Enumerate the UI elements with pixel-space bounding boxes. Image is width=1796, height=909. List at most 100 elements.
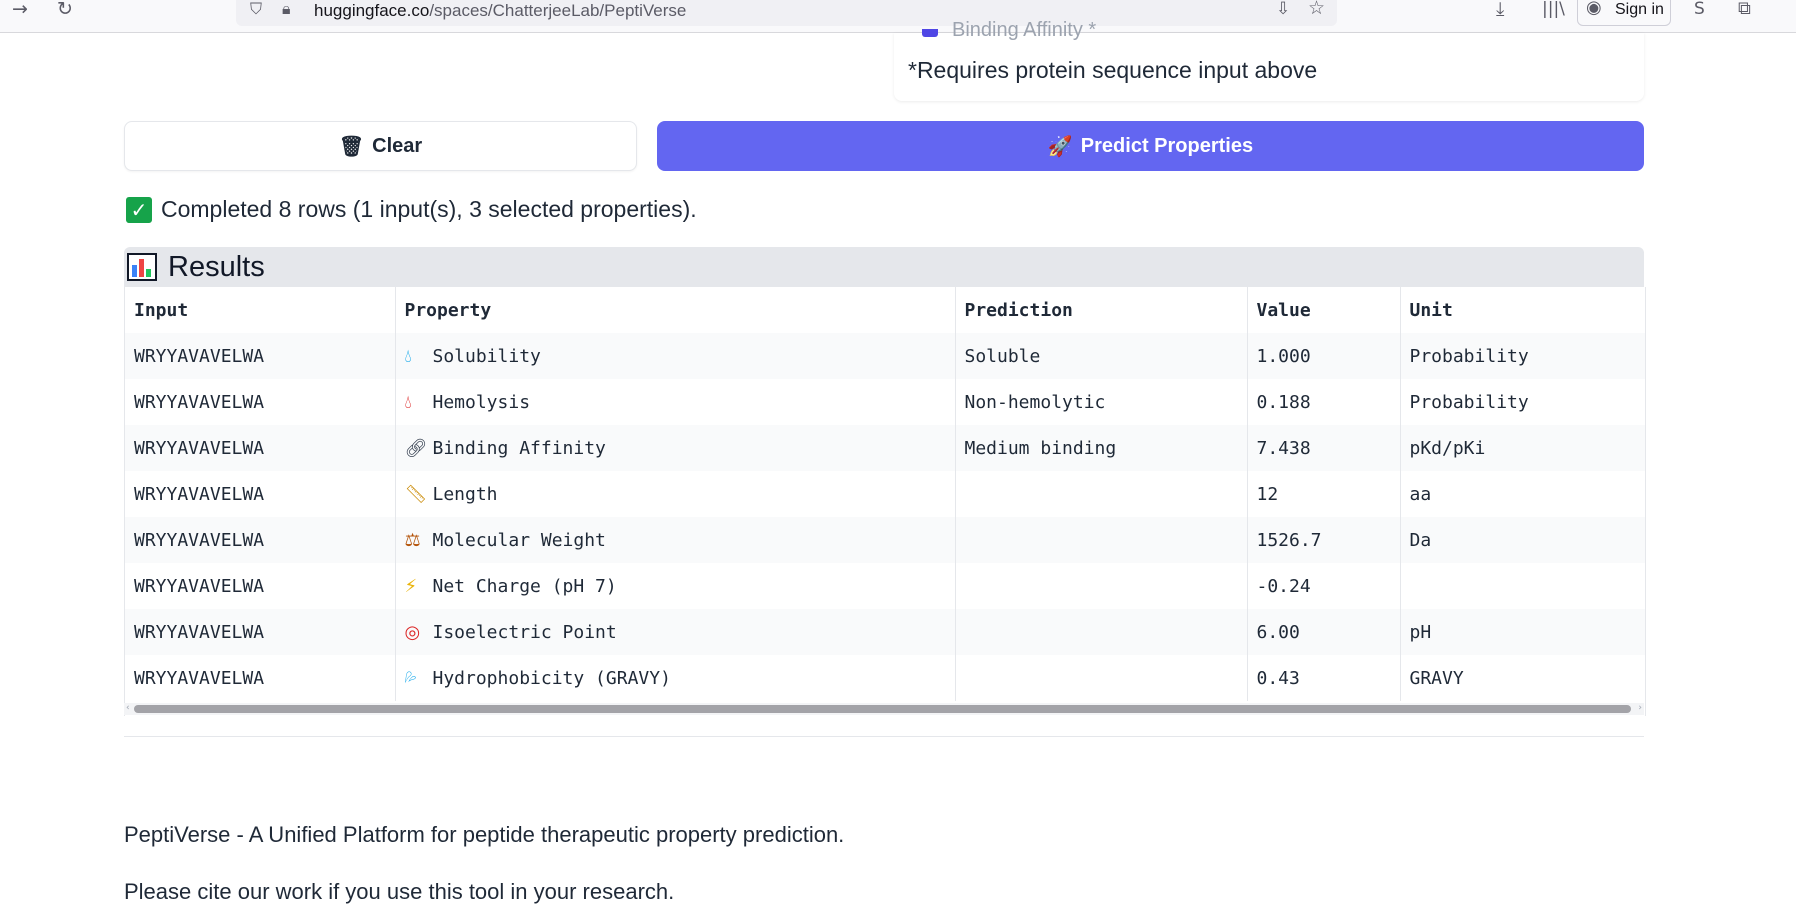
cell-property: ⚖ Molecular Weight	[395, 517, 956, 563]
cell-value: 7.438	[1247, 425, 1401, 471]
cell-unit: Da	[1409, 529, 1432, 551]
sync-icon[interactable]: S	[1694, 0, 1705, 18]
browser-toolbar: → ↻ ⛉ 🔒︎ huggingface.co/spaces/Chatterje…	[0, 0, 1796, 33]
property-label: Net Charge (pH 7)	[432, 575, 617, 597]
droplets-icon: 💦︎	[404, 667, 417, 689]
divider	[124, 736, 1644, 737]
footer-citation-note: Please cite our work if you use this too…	[124, 879, 675, 904]
binding-affinity-option-label: Binding Affinity *	[952, 19, 1097, 41]
scroll-left-icon[interactable]: ‹	[126, 703, 130, 713]
cell-unit: Probability	[1409, 391, 1529, 413]
cell-input: WRYYAVAVELWA	[125, 655, 396, 701]
property-label: Isoelectric Point	[432, 621, 617, 643]
clear-button[interactable]: 🗑 Clear	[124, 121, 637, 171]
column-header-prediction[interactable]: Prediction	[955, 287, 1248, 333]
column-header-property[interactable]: Property	[395, 287, 956, 333]
url-text[interactable]: huggingface.co/spaces/ChatterjeeLab/Pept…	[314, 1, 686, 21]
blood-drop-icon: 💧︎	[404, 391, 412, 413]
scroll-thumb[interactable]	[134, 705, 1631, 713]
property-label: Hemolysis	[432, 391, 531, 413]
trash-icon: 🗑	[338, 134, 365, 158]
cell-prediction: Soluble	[955, 333, 1248, 379]
cell-value: 1.000	[1247, 333, 1401, 379]
bookmark-star-icon[interactable]: ☆	[1308, 0, 1325, 18]
table-body: WRYYAVAVELWA 💧︎ Solubility Soluble 1.000 Prob…	[125, 333, 1645, 701]
extensions-icon[interactable]: ⧉	[1738, 0, 1751, 18]
cell-input: WRYYAVAVELWA	[125, 563, 396, 609]
cell-unit: aa	[1409, 483, 1432, 505]
cell-input: WRYYAVAVELWA	[125, 379, 396, 425]
cell-prediction	[955, 655, 1248, 701]
clear-button-label: Clear	[372, 134, 423, 157]
table-row: WRYYAVAVELWA ◎ Isoelectric Point 6.00 pH	[125, 609, 1645, 655]
column-header-unit[interactable]: Unit	[1400, 287, 1645, 333]
cell-property: 🔗︎ Binding Affinity	[395, 425, 956, 471]
account-icon: ◉	[1586, 0, 1602, 18]
table-row: WRYYAVAVELWA 💧︎ Solubility Soluble 1.000 Prob…	[125, 333, 1645, 379]
cell-prediction	[955, 517, 1248, 563]
binding-affinity-checkbox[interactable]	[922, 29, 938, 37]
cell-property: 💧︎ Solubility	[395, 333, 956, 379]
sign-in-label: Sign in	[1615, 1, 1664, 18]
cell-unit: Probability	[1409, 345, 1529, 367]
bar-chart-icon	[127, 253, 157, 281]
column-header-value[interactable]: Value	[1247, 287, 1401, 333]
results-table-container[interactable]: Input Property Prediction Value Unit WRYYAVA…	[124, 287, 1646, 716]
cell-input: WRYYAVAVELWA	[125, 425, 396, 471]
install-app-icon[interactable]: ⇩	[1276, 0, 1290, 18]
downloads-icon[interactable]: ⤓	[1496, 0, 1504, 19]
table-row: WRYYAVAVELWA 💧︎ Hemolysis Non-hemolytic 0.18…	[125, 379, 1645, 425]
cell-prediction: Medium binding	[955, 425, 1248, 471]
footer-description: PeptiVerse - A Unified Platform for pept…	[124, 822, 845, 847]
lightning-icon: ⚡	[404, 575, 418, 597]
predict-button-label: Predict Properties	[1080, 134, 1254, 157]
cell-input: WRYYAVAVELWA	[125, 609, 396, 655]
requires-note: *Requires protein sequence input above	[908, 57, 1318, 83]
cell-property: 📏︎ Length	[395, 471, 956, 517]
rocket-icon: 🚀	[1047, 134, 1073, 158]
results-title: Results	[168, 251, 265, 283]
table-row: WRYYAVAVELWA 📏︎ Length 12 aa	[125, 471, 1645, 517]
scroll-right-icon[interactable]: ›	[1638, 703, 1642, 713]
cell-property: 💧︎ Hemolysis	[395, 379, 956, 425]
property-label: Molecular Weight	[432, 529, 606, 551]
scales-icon: ⚖	[404, 529, 421, 551]
ruler-icon: 📏︎	[404, 483, 428, 505]
lock-icon[interactable]: 🔒︎	[282, 0, 291, 18]
cell-value: 0.188	[1247, 379, 1401, 425]
cell-unit	[1400, 563, 1645, 609]
cell-input: WRYYAVAVELWA	[125, 517, 396, 563]
forward-icon[interactable]: →	[12, 0, 28, 19]
results-header: Results	[124, 247, 1644, 287]
reload-icon[interactable]: ↻	[57, 0, 73, 19]
cell-prediction	[955, 609, 1248, 655]
table-row: WRYYAVAVELWA ⚡ Net Charge (pH 7) -0.24	[125, 563, 1645, 609]
cell-property: 💦︎ Hydrophobicity (GRAVY)	[395, 655, 956, 701]
column-header-input[interactable]: Input	[125, 287, 396, 333]
library-icon[interactable]: |||\	[1542, 0, 1565, 18]
cell-unit: pH	[1409, 621, 1432, 643]
horizontal-scrollbar[interactable]: ‹ ›	[124, 703, 1644, 715]
url-bar[interactable]: ⛉ 🔒︎ huggingface.co/spaces/ChatterjeeLab…	[236, 0, 1337, 26]
shield-icon[interactable]: ⛉	[250, 0, 262, 18]
cell-unit: GRAVY	[1409, 667, 1464, 689]
sign-in-button[interactable]: ◉ Sign in	[1577, 0, 1671, 26]
cell-property: ◎ Isoelectric Point	[395, 609, 956, 655]
properties-card: Binding Affinity * *Requires protein seq…	[894, 19, 1644, 101]
cell-value: 1526.7	[1247, 517, 1401, 563]
cell-unit: pKd/pKi	[1409, 437, 1486, 459]
check-mark-icon: ✓	[126, 196, 152, 223]
property-label: Binding Affinity	[432, 437, 606, 459]
property-label: Length	[432, 483, 498, 505]
property-label: Hydrophobicity (GRAVY)	[432, 667, 671, 689]
cell-input: WRYYAVAVELWA	[125, 333, 396, 379]
cell-input: WRYYAVAVELWA	[125, 471, 396, 517]
property-label: Solubility	[432, 345, 541, 367]
predict-properties-button[interactable]: 🚀 Predict Properties	[657, 121, 1644, 171]
cell-prediction: Non-hemolytic	[955, 379, 1248, 425]
table-row: WRYYAVAVELWA 🔗︎ Binding Affinity Medium bin…	[125, 425, 1645, 471]
cell-value: 6.00	[1247, 609, 1401, 655]
link-icon: 🔗︎	[404, 437, 428, 459]
table-row: WRYYAVAVELWA 💦︎ Hydrophobicity (GRAVY) 0.43…	[125, 655, 1645, 701]
status-message: ✓ Completed 8 rows (1 input(s), 3 select…	[126, 196, 697, 223]
